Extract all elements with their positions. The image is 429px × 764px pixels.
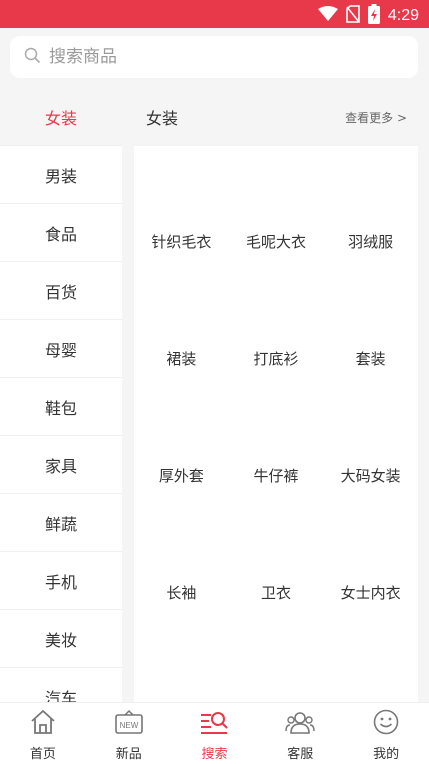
sidebar-item-furniture[interactable]: 家具 [0, 436, 122, 494]
sidebar-item-label: 鲜蔬 [44, 514, 77, 534]
sidebar-item-label: 百货 [44, 282, 77, 302]
sidebar-item-label: 家具 [44, 456, 77, 476]
subcategory-item[interactable]: 套装 [323, 300, 418, 417]
subcategory-panel: 针织毛衣 毛呢大衣 羽绒服 裙装 打底衫 套装 厚外套 牛仔裤 大码女装 长袖 … [134, 146, 418, 702]
content-header: 女装 查看更多 > [122, 88, 429, 146]
service-icon [285, 709, 315, 739]
status-bar: 4:29 [0, 0, 429, 28]
search-icon [24, 47, 41, 68]
battery-charging-icon [367, 4, 380, 28]
subcategory-item[interactable]: 羽绒服 [323, 183, 418, 300]
subcategory-item[interactable]: 卫衣 [229, 534, 324, 651]
sidebar-item-shoes-bags[interactable]: 鞋包 [0, 378, 122, 436]
search-icon [199, 709, 229, 739]
nav-label: 我的 [373, 747, 400, 762]
subcategory-item[interactable]: 打底衫 [229, 300, 324, 417]
sidebar-item-label: 女装 [44, 108, 77, 128]
search-input[interactable] [49, 47, 349, 67]
sidebar-item-label: 手机 [44, 572, 77, 592]
nav-label: 搜索 [201, 747, 228, 762]
sidebar-item-women[interactable]: 女装 [0, 88, 122, 146]
sidebar-item-vegetables[interactable]: 鲜蔬 [0, 494, 122, 552]
new-badge-text: NEW [119, 721, 138, 730]
no-sim-icon [346, 5, 360, 27]
sidebar-item-phones[interactable]: 手机 [0, 552, 122, 610]
nav-label: 首页 [29, 747, 56, 762]
category-sidebar: 女装 男装 食品 百货 母婴 鞋包 家具 鲜蔬 手机 美妆 汽车 [0, 88, 122, 702]
search-bar [0, 28, 429, 88]
sidebar-item-label: 食品 [44, 224, 77, 244]
nav-label: 客服 [287, 747, 314, 762]
sidebar-item-label: 汽车 [44, 688, 77, 703]
sidebar-item-label: 美妆 [44, 630, 77, 650]
nav-new[interactable]: NEW 新品 [86, 703, 172, 764]
status-icons: 4:29 [317, 4, 419, 28]
sidebar-item-auto[interactable]: 汽车 [0, 668, 122, 703]
view-more-link[interactable]: 查看更多 > [345, 109, 407, 126]
subcategory-item[interactable]: 针织毛衣 [134, 183, 229, 300]
subcategory-item[interactable]: 大码女装 [323, 417, 418, 534]
nav-service[interactable]: 客服 [257, 703, 343, 764]
subcategory-item[interactable]: 女士内衣 [323, 534, 418, 651]
nav-home[interactable]: 首页 [0, 703, 86, 764]
subcategory-item[interactable]: 牛仔裤 [229, 417, 324, 534]
smile-icon [372, 709, 400, 739]
status-time: 4:29 [387, 7, 419, 24]
sidebar-item-baby[interactable]: 母婴 [0, 320, 122, 378]
nav-search[interactable]: 搜索 [172, 703, 258, 764]
sidebar-item-beauty[interactable]: 美妆 [0, 610, 122, 668]
sidebar-item-food[interactable]: 食品 [0, 204, 122, 262]
subcategory-item[interactable]: 裙装 [134, 300, 229, 417]
sidebar-item-label: 鞋包 [44, 398, 77, 418]
sidebar-item-label: 母婴 [44, 340, 77, 360]
subcategory-item[interactable]: 毛呢大衣 [229, 183, 324, 300]
subcategory-item[interactable]: 长袖 [134, 534, 229, 651]
new-icon: NEW [114, 709, 144, 739]
subcategory-grid: 针织毛衣 毛呢大衣 羽绒服 裙装 打底衫 套装 厚外套 牛仔裤 大码女装 长袖 … [134, 146, 418, 651]
wifi-icon [317, 6, 338, 26]
sidebar-item-label: 男装 [44, 166, 77, 186]
content-title: 女装 [146, 109, 179, 128]
bottom-nav: 首页 NEW 新品 搜索 客服 我的 [0, 702, 429, 764]
nav-profile[interactable]: 我的 [343, 703, 429, 764]
category-content: 女装 查看更多 > 针织毛衣 毛呢大衣 羽绒服 裙装 打底衫 套装 厚外套 牛仔… [122, 88, 429, 702]
search-box[interactable] [10, 36, 418, 78]
home-icon [29, 709, 57, 739]
subcategory-item[interactable]: 厚外套 [134, 417, 229, 534]
nav-label: 新品 [115, 747, 142, 762]
sidebar-item-men[interactable]: 男装 [0, 146, 122, 204]
sidebar-item-general[interactable]: 百货 [0, 262, 122, 320]
